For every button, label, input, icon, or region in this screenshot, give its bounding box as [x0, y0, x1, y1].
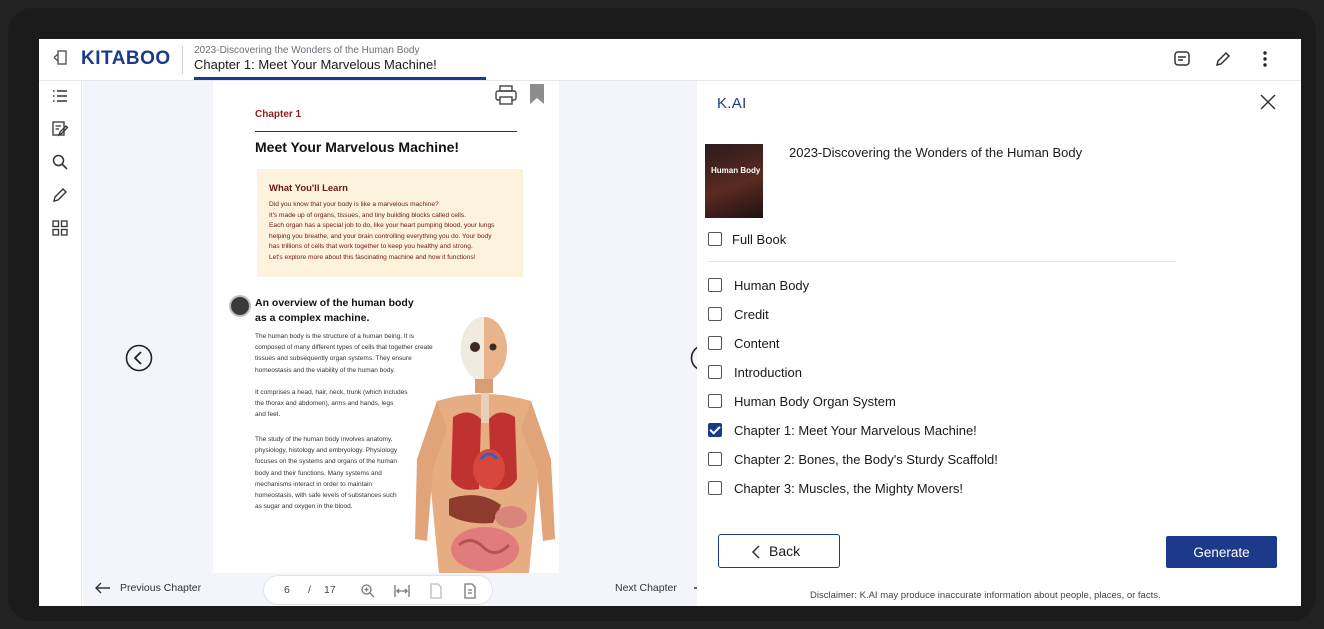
book-name: 2023-Discovering the Wonders of the Huma… — [789, 145, 1083, 160]
learn-line: It's made up of organs, tissues, and tin… — [269, 211, 466, 219]
read-aloud-icon[interactable] — [229, 295, 251, 317]
learn-line: has trillions of cells that work togethe… — [269, 243, 473, 251]
overview-heading-line: An overview of the human body — [255, 297, 414, 309]
section-label: Chapter 1: Meet Your Marvelous Machine! — [734, 423, 977, 438]
previous-chapter-label: Previous Chapter — [120, 582, 202, 594]
section-label: Chapter 2: Bones, the Body's Sturdy Scaf… — [734, 452, 998, 467]
chapter-title: Chapter 1: Meet Your Marvelous Machine! — [194, 57, 437, 72]
page-toolbar: 6 / 17 — [263, 575, 493, 605]
overview-heading-line: as a complex machine. — [255, 312, 370, 324]
prev-page-icon[interactable] — [125, 344, 153, 372]
header-actions — [1161, 39, 1301, 81]
page-chapter-label: Chapter 1 — [255, 109, 302, 120]
section-label: Chapter 3: Muscles, the Mighty Movers! — [734, 481, 964, 496]
header-divider — [182, 46, 183, 74]
kai-title: K.AI — [717, 95, 747, 112]
section-checkbox[interactable] — [708, 423, 722, 437]
page-separator: / — [308, 584, 311, 596]
edit-notes-icon[interactable] — [51, 120, 69, 138]
back-button-label: Back — [769, 543, 801, 559]
section-checkbox[interactable] — [708, 278, 722, 292]
section-divider — [708, 261, 1176, 262]
section-label: Credit — [734, 307, 769, 322]
device-frame: KITABOO 2023-Discovering the Wonders of … — [8, 8, 1316, 621]
overview-heading: An overview of the human body as a compl… — [255, 296, 435, 326]
fit-width-icon[interactable] — [394, 583, 410, 599]
section-label: Content — [734, 336, 780, 351]
section-label: Human Body — [734, 278, 810, 293]
learn-text: Did you know that your body is like a ma… — [269, 200, 511, 264]
total-pages: 17 — [324, 584, 336, 596]
page-settings-icon[interactable] — [462, 583, 478, 599]
learn-line: Each organ has a special job to do, like… — [269, 222, 495, 230]
more-vertical-icon[interactable] — [1256, 50, 1274, 68]
current-page-number[interactable]: 6 — [284, 584, 290, 596]
full-book-checkbox[interactable] — [708, 232, 722, 246]
pen-icon[interactable] — [1214, 50, 1232, 68]
book-cover: Human Body — [705, 144, 763, 218]
learn-line: Let's explore more about this fascinatin… — [269, 253, 476, 261]
page-title: Meet Your Marvelous Machine! — [255, 139, 460, 155]
disclaimer-text: Disclaimer: K.AI may produce inaccurate … — [810, 590, 1161, 601]
book-page: Chapter 1 Meet Your Marvelous Machine! W… — [213, 81, 559, 573]
section-checkbox[interactable] — [708, 481, 722, 495]
title-underline — [194, 77, 486, 80]
page-rule — [255, 131, 517, 132]
what-youll-learn-box: What You'll Learn Did you know that your… — [257, 169, 523, 277]
section-checkbox[interactable] — [708, 336, 722, 350]
close-icon[interactable] — [1259, 93, 1277, 111]
print-icon[interactable] — [495, 85, 517, 105]
app-screen: KITABOO 2023-Discovering the Wonders of … — [39, 39, 1301, 606]
back-to-library-icon[interactable] — [51, 49, 69, 67]
back-button[interactable]: Back — [718, 534, 840, 568]
book-subtitle: 2023-Discovering the Wonders of the Huma… — [194, 45, 420, 56]
left-tool-rail — [39, 81, 82, 606]
highlight-pen-icon[interactable] — [51, 186, 69, 204]
human-body-illustration — [415, 317, 555, 573]
grid-icon[interactable] — [51, 219, 69, 237]
single-page-icon[interactable] — [428, 583, 444, 599]
section-checkbox[interactable] — [708, 452, 722, 466]
kitaboo-logo: KITABOO — [81, 48, 171, 69]
search-icon[interactable] — [51, 153, 69, 171]
learn-title: What You'll Learn — [269, 183, 348, 194]
kai-panel: K.AI Human Body 2023-Discovering the Won… — [697, 81, 1301, 606]
bookmark-icon[interactable] — [529, 83, 545, 105]
zoom-in-icon[interactable] — [360, 583, 376, 599]
top-bar: KITABOO 2023-Discovering the Wonders of … — [39, 39, 1301, 81]
learn-line: Did you know that your body is like a ma… — [269, 201, 439, 208]
section-label: Human Body Organ System — [734, 394, 896, 409]
full-book-label: Full Book — [732, 232, 787, 247]
section-label: Introduction — [734, 365, 802, 380]
arrow-left-icon — [95, 582, 110, 594]
toc-icon[interactable] — [51, 87, 69, 105]
section-checkbox[interactable] — [708, 365, 722, 379]
learn-line: helping you breathe, and your brain cont… — [269, 232, 492, 240]
section-checkbox[interactable] — [708, 394, 722, 408]
generate-button[interactable]: Generate — [1166, 536, 1277, 568]
reader-area: Chapter 1 Meet Your Marvelous Machine! W… — [83, 81, 718, 606]
next-chapter-label: Next Chapter — [615, 582, 677, 594]
notes-icon[interactable] — [1173, 50, 1191, 68]
section-checkbox[interactable] — [708, 307, 722, 321]
chevron-left-icon — [751, 545, 760, 559]
